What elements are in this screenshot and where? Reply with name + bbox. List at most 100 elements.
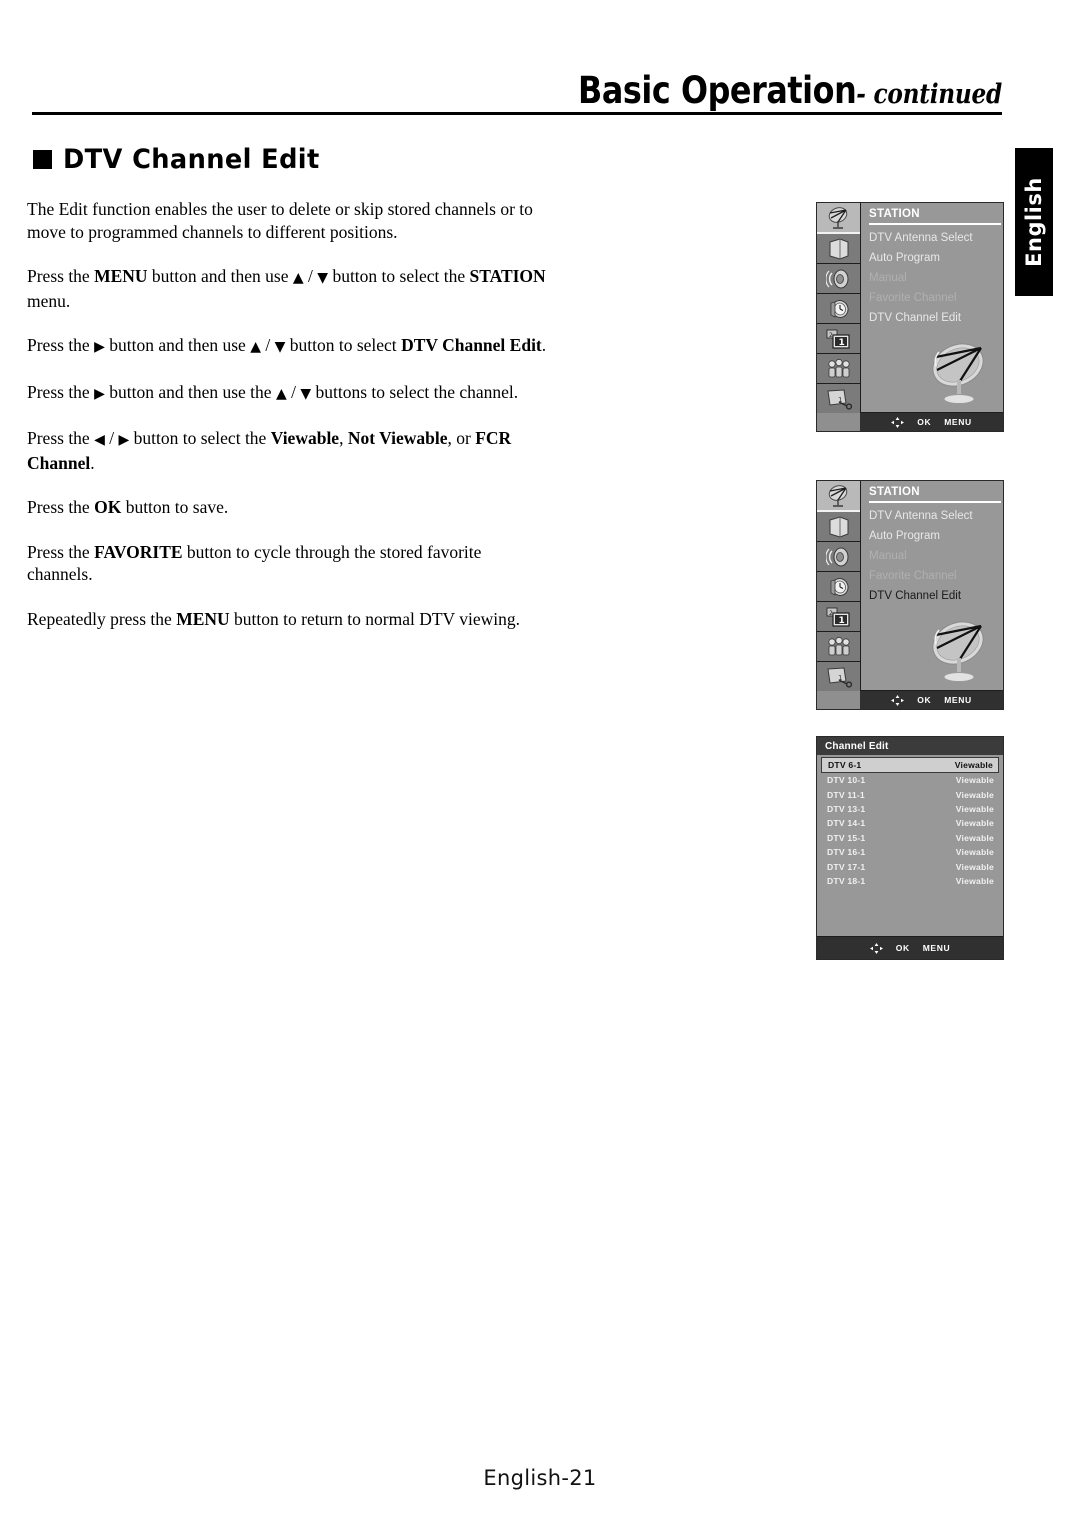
title-divider-rule [32, 112, 1002, 115]
osd-menu-pane: STATION DTV Antenna Select Auto Program … [861, 203, 1003, 413]
paragraph-intro: The Edit function enables the user to de… [27, 198, 547, 243]
channel-status: Viewable [955, 818, 994, 829]
satellite-dish-icon[interactable] [817, 481, 860, 512]
channel-label: DTV 13-1 [827, 803, 866, 814]
osd-menu-title-rule [869, 501, 1001, 503]
osd-footer-menu-label[interactable]: MENU [944, 417, 971, 427]
osd-menu-item-auto-program[interactable]: Auto Program [869, 248, 1003, 268]
clock-time-icon[interactable] [817, 294, 860, 324]
page-title-main: Basic Operation [578, 69, 857, 112]
speaker-sound-icon[interactable] [817, 542, 860, 572]
channel-status: Viewable [955, 775, 994, 786]
osd-menu-item-favorite-channel[interactable]: Favorite Channel [869, 566, 1003, 586]
channel-edit-row-selected[interactable]: DTV 6-1 Viewable [821, 757, 999, 773]
arrow-right-icon: ▶ [94, 385, 105, 402]
instructions-body: The Edit function enables the user to de… [27, 198, 547, 630]
pip-two-one-icon[interactable]: 21 [817, 602, 860, 632]
satellite-dish-illustration [932, 343, 984, 404]
osd-footer-ok-label[interactable]: OK [917, 417, 931, 427]
channel-status: Viewable [955, 861, 994, 872]
page-header: Basic Operation- continued [0, 0, 1080, 135]
osd-menu-pane: STATION DTV Antenna Select Auto Program … [861, 481, 1003, 691]
osd-icon-rail: 21 1 [817, 203, 861, 413]
lock-screen-key-icon[interactable]: 1 [817, 662, 860, 691]
section-heading-label: DTV Channel Edit [63, 144, 320, 175]
page-title-continued: - continued [856, 79, 1002, 110]
filled-square-icon [33, 150, 52, 169]
four-way-nav-icon [891, 694, 905, 706]
channel-status: Viewable [955, 789, 994, 800]
channel-edit-title: Channel Edit [817, 737, 1003, 755]
osd-channel-edit-panel: Channel Edit DTV 6-1 Viewable DTV 10-1 V… [816, 736, 1004, 960]
option-not-viewable: Not Viewable [347, 428, 448, 448]
osd-menu-item-dtv-antenna-select[interactable]: DTV Antenna Select [869, 228, 1003, 248]
setup-people-icon[interactable] [817, 632, 860, 662]
key-menu: MENU [94, 266, 148, 286]
lock-screen-key-icon[interactable]: 1 [817, 384, 860, 413]
channel-label: DTV 16-1 [827, 847, 866, 858]
osd-menu-item-manual[interactable]: Manual [869, 546, 1003, 566]
osd-footer-menu-label[interactable]: MENU [944, 695, 971, 705]
osd-menu-title: STATION [869, 208, 920, 220]
osd-footer-bar: OK MENU [860, 690, 1003, 709]
picture-screen-icon[interactable] [817, 234, 860, 264]
osd-body: 21 1 STATION DTV Antenna Select Auto Pro… [817, 481, 1003, 691]
clock-time-icon[interactable] [817, 572, 860, 602]
osd-footer-ok-label[interactable]: OK [917, 695, 931, 705]
key-ok: OK [94, 497, 122, 517]
arrow-up-icon: ▲ [292, 270, 304, 286]
arrow-down-icon: ▼ [317, 270, 329, 286]
arrow-up-icon: ▲ [250, 339, 261, 355]
channel-edit-footer-bar: OK MENU [817, 936, 1003, 959]
arrow-right-icon: ▶ [118, 432, 130, 448]
page-title: Basic Operation- continued [578, 72, 1002, 109]
picture-screen-icon[interactable] [817, 512, 860, 542]
osd-footer-bar: OK MENU [860, 412, 1003, 431]
osd-menu-item-favorite-channel[interactable]: Favorite Channel [869, 288, 1003, 308]
four-way-nav-icon [869, 942, 883, 954]
paragraph-step-1: Press the MENU button and then use ▲ / ▼… [27, 266, 546, 311]
osd-menu-item-dtv-antenna-select[interactable]: DTV Antenna Select [869, 506, 1003, 526]
satellite-dish-icon[interactable] [817, 203, 860, 234]
channel-label: DTV 11-1 [827, 789, 865, 800]
channel-edit-row[interactable]: DTV 15-1 Viewable [817, 831, 1003, 845]
language-side-tab: English [1015, 148, 1053, 296]
paragraph-step-7: Repeatedly press the MENU button to retu… [27, 608, 520, 629]
setup-people-icon[interactable] [817, 354, 860, 384]
menu-station: STATION [469, 266, 546, 286]
four-way-nav-icon [891, 416, 905, 428]
arrow-up-icon: ▲ [275, 385, 287, 402]
osd-menu-item-dtv-channel-edit[interactable]: DTV Channel Edit [869, 308, 1003, 328]
channel-edit-list: DTV 6-1 Viewable DTV 10-1 Viewable DTV 1… [817, 755, 1003, 937]
channel-label: DTV 17-1 [827, 861, 866, 872]
speaker-sound-icon[interactable] [817, 264, 860, 294]
page-footer: English-21 [483, 1466, 597, 1490]
menu-dtv-channel-edit: DTV Channel Edit [401, 335, 542, 355]
osd-menu-title: STATION [869, 486, 920, 498]
paragraph-step-3: Press the ▶ button and then use the ▲ / … [27, 381, 519, 402]
osd-menu-item-manual[interactable]: Manual [869, 268, 1003, 288]
channel-edit-row[interactable]: DTV 13-1 Viewable [817, 802, 1003, 816]
channel-status: Viewable [955, 832, 994, 843]
osd-station-menu-1: 21 1 STATION DTV Antenna Select Auto Pro… [816, 202, 1004, 432]
paragraph-intro-text: The Edit function enables the user to de… [27, 199, 533, 242]
paragraph-step-2: Press the ▶ button and then use ▲ / ▼ bu… [27, 335, 547, 355]
channel-edit-row[interactable]: DTV 11-1 Viewable [817, 787, 1003, 801]
channel-edit-footer-menu-label[interactable]: MENU [923, 943, 950, 953]
channel-edit-row[interactable]: DTV 17-1 Viewable [817, 859, 1003, 873]
osd-icon-rail: 21 1 [817, 481, 861, 691]
channel-edit-row[interactable]: DTV 14-1 Viewable [817, 816, 1003, 830]
channel-label: DTV 18-1 [827, 875, 866, 886]
arrow-down-icon: ▼ [274, 339, 286, 355]
osd-menu-item-auto-program[interactable]: Auto Program [869, 526, 1003, 546]
pip-two-one-icon[interactable]: 21 [817, 324, 860, 354]
channel-edit-row[interactable]: DTV 16-1 Viewable [817, 845, 1003, 859]
arrow-right-icon: ▶ [94, 339, 105, 355]
channel-label: DTV 14-1 [827, 818, 866, 829]
paragraph-step-4: Press the ◀ / ▶ button to select the Vie… [27, 428, 512, 473]
osd-menu-item-dtv-channel-edit-selected[interactable]: DTV Channel Edit [869, 586, 1003, 606]
channel-edit-footer-ok-label[interactable]: OK [896, 943, 910, 953]
channel-edit-row[interactable]: DTV 18-1 Viewable [817, 874, 1003, 888]
channel-label: DTV 6-1 [828, 760, 862, 770]
channel-edit-row[interactable]: DTV 10-1 Viewable [817, 773, 1003, 787]
